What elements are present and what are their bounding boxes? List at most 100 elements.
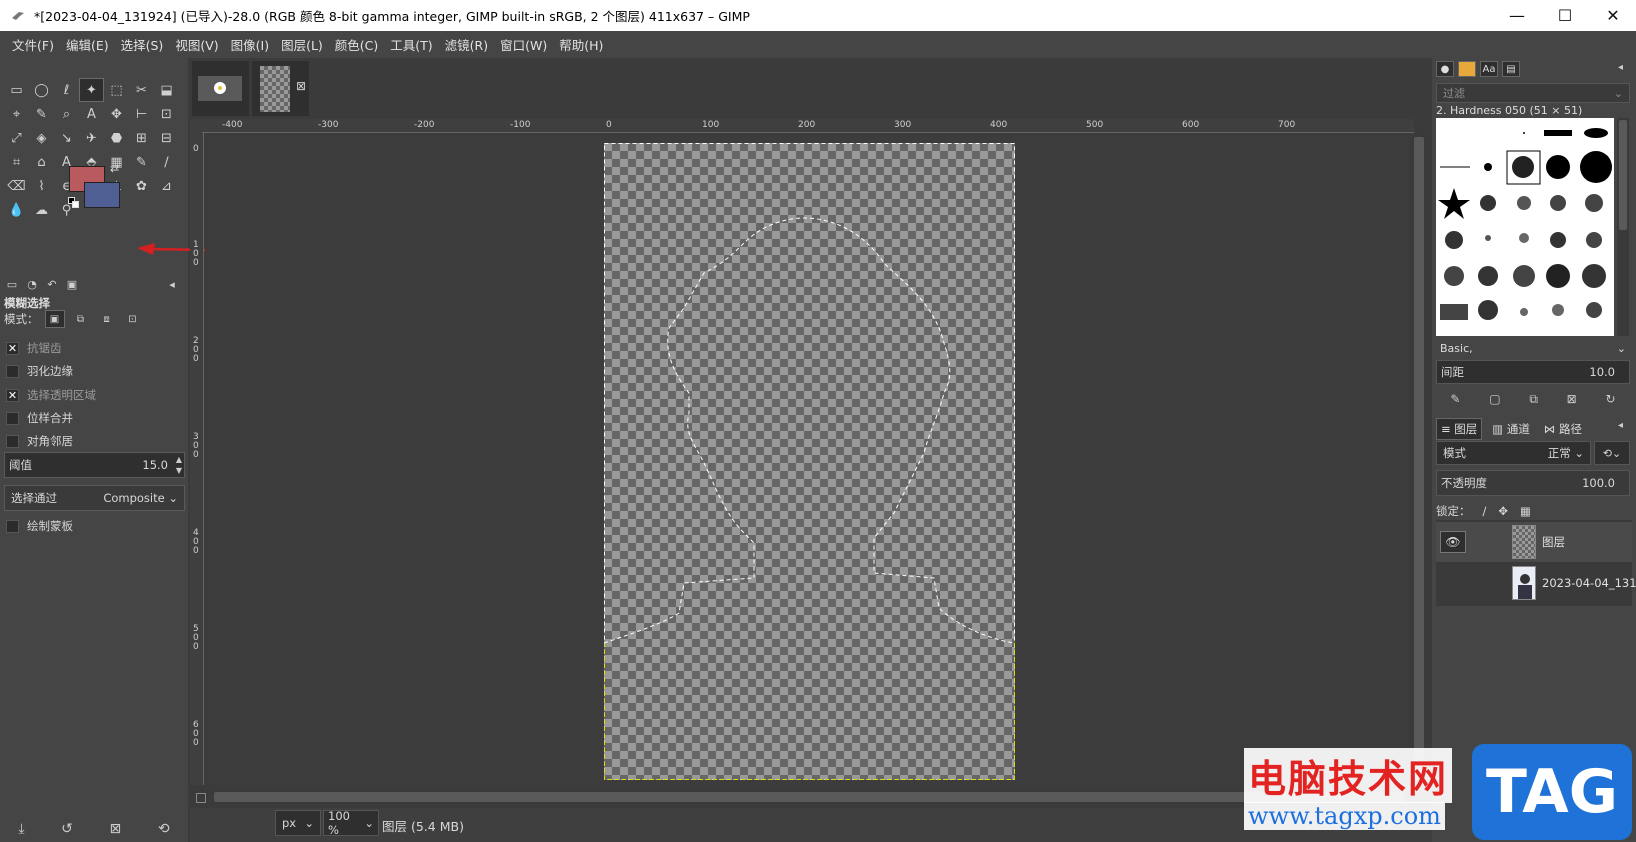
tool-button[interactable]: ⊿ bbox=[154, 174, 179, 198]
layer-row[interactable]: 2023-04-04_13192 bbox=[1436, 563, 1636, 603]
restore-options-icon[interactable]: ↺ bbox=[61, 821, 73, 837]
sample-merged-option[interactable]: 位样合并 bbox=[6, 410, 73, 426]
tool-button[interactable]: ↘ bbox=[54, 126, 79, 150]
tab-channels[interactable]: ▥ 通道 bbox=[1488, 419, 1534, 439]
tool-button[interactable]: ⬣ bbox=[104, 126, 129, 150]
tool-button[interactable]: ⌗ bbox=[4, 150, 29, 174]
menu-colors[interactable]: 颜色(C) bbox=[329, 35, 384, 54]
panel-menu-icon[interactable]: ◂ bbox=[164, 278, 180, 291]
tab-layers[interactable]: ≡ 图层 bbox=[1436, 418, 1483, 440]
device-status-tab-icon[interactable]: ◔ bbox=[24, 278, 40, 291]
draw-mask-option[interactable]: 绘制蒙板 bbox=[6, 518, 73, 534]
image-tab-photo[interactable] bbox=[192, 61, 249, 116]
tool-button[interactable]: ℓ bbox=[54, 78, 79, 102]
menu-layer[interactable]: 图层(L) bbox=[275, 35, 329, 54]
delete-options-icon[interactable]: ⊠ bbox=[110, 821, 122, 837]
menu-select[interactable]: 选择(S) bbox=[115, 35, 170, 54]
tool-button[interactable]: A bbox=[79, 102, 104, 126]
tool-button[interactable]: ✿ bbox=[129, 174, 154, 198]
duplicate-brush-icon[interactable]: ⧉ bbox=[1529, 392, 1538, 407]
antialias-option[interactable]: ✕ 抗锯齿 bbox=[6, 340, 62, 356]
menu-help[interactable]: 帮助(H) bbox=[553, 35, 609, 54]
menu-tools[interactable]: 工具(T) bbox=[384, 35, 438, 54]
tool-button[interactable]: ⊟ bbox=[154, 126, 179, 150]
vertical-ruler[interactable]: 0 100 200 300 400 500 600 bbox=[190, 133, 204, 785]
default-colors-icon[interactable] bbox=[68, 197, 80, 209]
zoom-dropdown[interactable]: 100 % ⌄ bbox=[323, 809, 379, 837]
delete-brush-icon[interactable]: ⊠ bbox=[1567, 392, 1577, 406]
diagonal-neighbors-option[interactable]: 对角邻居 bbox=[6, 433, 73, 449]
tool-button[interactable]: ⬓ bbox=[154, 78, 179, 102]
composite-mode-button[interactable]: ⟲⌄ bbox=[1594, 441, 1630, 465]
close-button[interactable]: ✕ bbox=[1590, 0, 1636, 31]
image-tab-current[interactable]: ⊠ bbox=[252, 61, 309, 116]
refresh-brushes-icon[interactable]: ↻ bbox=[1605, 392, 1615, 406]
sample-merged-checkbox[interactable] bbox=[6, 411, 19, 425]
tool-button[interactable]: ✈ bbox=[79, 126, 104, 150]
tool-button[interactable]: ∕ bbox=[154, 150, 179, 174]
tool-button[interactable]: ⊢ bbox=[129, 102, 154, 126]
tool-button[interactable]: ✦ bbox=[79, 78, 104, 102]
tool-button[interactable]: ✎ bbox=[129, 150, 154, 174]
opacity-spinner[interactable]: 不透明度 100.0 bbox=[1436, 470, 1630, 496]
undo-history-tab-icon[interactable]: ↶ bbox=[44, 278, 60, 291]
tab-paths[interactable]: ⋈ 路径 bbox=[1540, 419, 1586, 439]
menu-image[interactable]: 图像(I) bbox=[225, 35, 275, 54]
save-options-icon[interactable]: ⤓ bbox=[18, 821, 24, 837]
layer-mode-dropdown[interactable]: 模式 正常 ⌄ bbox=[1436, 441, 1591, 465]
tool-button[interactable]: ⌫ bbox=[4, 174, 29, 198]
tool-button[interactable]: ⊞ bbox=[129, 126, 154, 150]
antialias-checkbox[interactable]: ✕ bbox=[6, 341, 19, 355]
maximize-button[interactable]: ☐ bbox=[1542, 0, 1588, 31]
tool-options-tab-icon[interactable]: ▭ bbox=[4, 278, 20, 291]
horizontal-ruler[interactable]: -400 -300 -200 -100 0 100 200 300 400 500 600 700 bbox=[202, 119, 1414, 133]
brush-panel-menu-icon[interactable]: ◂ bbox=[1618, 62, 1623, 73]
tool-button[interactable]: ⊡ bbox=[154, 102, 179, 126]
menu-filters[interactable]: 滤镜(R) bbox=[439, 35, 494, 54]
tool-button[interactable]: ☁ bbox=[29, 198, 54, 222]
mode-replace-button[interactable]: ▣ bbox=[44, 310, 65, 328]
tool-button[interactable]: ✥ bbox=[104, 102, 129, 126]
menu-edit[interactable]: 编辑(E) bbox=[60, 35, 115, 54]
close-tab-icon[interactable]: ⊠ bbox=[296, 79, 306, 93]
brush-tag-dropdown[interactable]: Basic, ⌄ bbox=[1436, 338, 1630, 358]
quick-mask-toggle[interactable] bbox=[196, 793, 206, 803]
tool-button[interactable]: ◯ bbox=[29, 78, 54, 102]
diagonal-checkbox[interactable] bbox=[6, 434, 19, 448]
spin-arrows-icon[interactable]: ▲ ▼ bbox=[176, 454, 182, 476]
eye-visibility-icon[interactable]: 👁 bbox=[1440, 531, 1466, 553]
mode-intersect-button[interactable]: ⊡ bbox=[123, 310, 143, 328]
vertical-scrollbar[interactable] bbox=[1412, 134, 1426, 784]
patterns-tab-icon[interactable] bbox=[1458, 61, 1476, 77]
vscroll-thumb[interactable] bbox=[1414, 137, 1424, 781]
threshold-spinner[interactable]: 阈值 15.0 ▲ ▼ bbox=[4, 452, 185, 478]
hscroll-thumb[interactable] bbox=[214, 792, 1404, 802]
brush-grid[interactable] bbox=[1436, 118, 1614, 336]
mode-subtract-button[interactable]: ⧈ bbox=[97, 310, 117, 328]
brushes-tab-icon[interactable]: ● bbox=[1436, 61, 1454, 77]
tool-button[interactable]: ⤢ bbox=[4, 126, 29, 150]
mode-add-button[interactable]: ⧉ bbox=[71, 310, 91, 328]
lock-pixels-icon[interactable]: ∕ bbox=[1483, 504, 1487, 518]
tool-button[interactable]: ✂ bbox=[129, 78, 154, 102]
new-brush-icon[interactable]: ▢ bbox=[1489, 392, 1500, 406]
tool-button[interactable]: ◈ bbox=[29, 126, 54, 150]
menu-windows[interactable]: 窗口(W) bbox=[494, 35, 553, 54]
fonts-tab-icon[interactable]: Aa bbox=[1480, 61, 1498, 77]
edit-brush-icon[interactable]: ✎ bbox=[1450, 392, 1460, 406]
tool-button[interactable]: ⌇ bbox=[29, 174, 54, 198]
tool-button[interactable]: ✎ bbox=[29, 102, 54, 126]
feather-checkbox[interactable] bbox=[6, 364, 19, 378]
lock-position-icon[interactable]: ✥ bbox=[1498, 504, 1508, 518]
tool-button[interactable]: ⌕ bbox=[54, 102, 79, 126]
brush-filter-input[interactable]: 过滤 ⌄ bbox=[1436, 83, 1630, 103]
images-tab-icon[interactable]: ▣ bbox=[64, 278, 80, 291]
select-transparent-checkbox[interactable]: ✕ bbox=[6, 388, 19, 402]
layer-row[interactable]: 👁 图层 bbox=[1436, 522, 1632, 562]
layers-panel-menu-icon[interactable]: ◂ bbox=[1618, 420, 1623, 431]
swap-colors-icon[interactable]: ⇄ bbox=[110, 162, 119, 175]
tool-button[interactable]: 💧 bbox=[4, 198, 29, 222]
tool-button[interactable]: ⬚ bbox=[104, 78, 129, 102]
menu-view[interactable]: 视图(V) bbox=[169, 35, 224, 54]
reset-options-icon[interactable]: ⟲ bbox=[158, 821, 170, 837]
